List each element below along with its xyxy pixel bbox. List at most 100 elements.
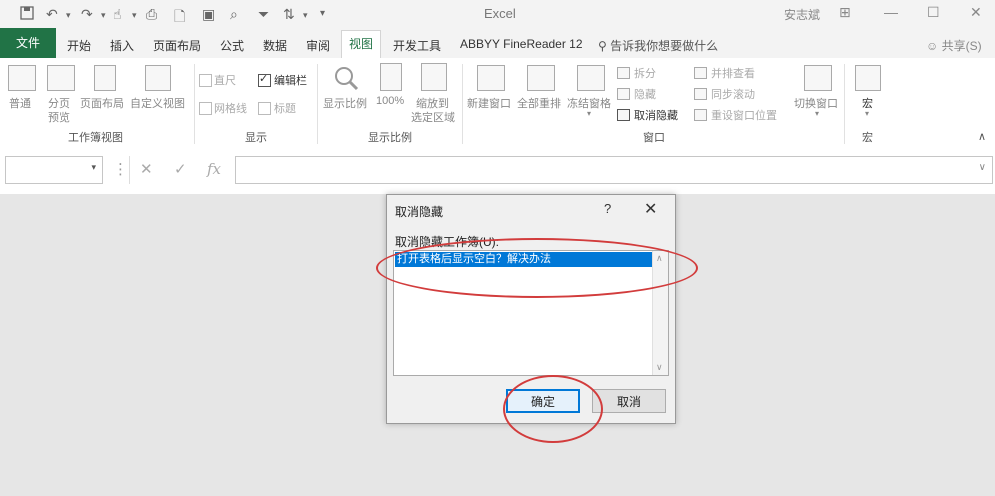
group-show: 显示 [245, 132, 267, 144]
custom-views-icon [145, 65, 171, 91]
formula-bar: ▾ ⋮ ✕ ✓ fx ∨ [0, 146, 995, 194]
user-name[interactable]: 安志斌 [784, 6, 820, 23]
freeze-panes-icon [577, 65, 605, 91]
window-title: Excel [484, 6, 516, 21]
confirm-entry-icon[interactable]: ✓ [174, 160, 187, 178]
ruler-label: 直尺 [214, 75, 236, 87]
minimize-icon[interactable]: — [884, 4, 898, 20]
sync-scroll-label: 同步滚动 [711, 89, 755, 101]
hide-label: 隐藏 [634, 89, 656, 101]
zoom-selection-icon [421, 63, 447, 91]
formula-input[interactable]: ∨ [235, 156, 993, 184]
normal-view-label: 普通 [9, 98, 31, 110]
close-icon[interactable]: ✕ [970, 4, 982, 21]
share-label: 共享(S) [941, 39, 982, 53]
redo-dropdown-icon[interactable]: ▾ [101, 10, 106, 21]
workbook-list[interactable]: 打开表格后显示空白？解决办法 ∧ ∨ [393, 250, 669, 376]
gridlines-label: 网格线 [214, 103, 247, 115]
group-workbook-views: 工作簿视图 [68, 132, 123, 144]
person-icon: ☺ [926, 39, 942, 53]
custom-views-label: 自定义视图 [130, 98, 185, 110]
customize-icon[interactable]: ▾ [320, 8, 325, 19]
tab-abbyy[interactable]: ABBYY FineReader 12 [460, 37, 583, 51]
arrange-all-icon [527, 65, 555, 91]
headings-label: 标题 [274, 103, 296, 115]
sort-icon[interactable]: ⇅ [283, 6, 295, 23]
ok-button[interactable]: 确定 [506, 389, 580, 413]
split-icon [617, 67, 630, 79]
ribbon-tabs: 文件 开始 插入 页面布局 公式 数据 审阅 视图 开发工具 ABBYY Fin… [0, 28, 995, 59]
reset-position-icon [694, 109, 707, 121]
group-window: 窗口 [643, 132, 665, 144]
zoom-label: 显示比例 [323, 98, 367, 110]
filter-icon[interactable]: ⏷ [258, 6, 269, 23]
macros-icon [855, 65, 881, 91]
side-by-side-icon [694, 67, 707, 79]
undo-dropdown-icon[interactable]: ▾ [66, 10, 71, 21]
name-box-dropdown-icon[interactable]: ▾ [91, 162, 96, 173]
tab-formulas[interactable]: 公式 [220, 37, 244, 54]
name-box[interactable]: ▾ [5, 156, 103, 184]
unhide-dialog: 取消隐藏 ? ✕ 取消隐藏工作簿(U): 打开表格后显示空白？解决办法 ∧ ∨ … [386, 194, 676, 424]
gridlines-check-icon [199, 102, 212, 115]
title-bar: ↶ ▾ ↷ ▾ ☝ ▾ ⎙ 🗋 ▣ ⌕ ⏷ ⇅ ▾ ▾ Excel 安志斌 ⊞ … [0, 0, 995, 28]
reset-position-label: 重设窗口位置 [711, 110, 777, 122]
print-preview-icon[interactable]: 🗋 [174, 6, 185, 30]
touch-mode-icon[interactable]: ☝ [113, 6, 122, 23]
unhide-label: 取消隐藏 [634, 110, 678, 122]
zoom-selection-label-2: 选定区域 [411, 112, 455, 124]
tab-review[interactable]: 审阅 [306, 37, 330, 54]
maximize-icon[interactable]: ☐ [927, 4, 940, 21]
expand-formula-icon[interactable]: ∨ [979, 162, 986, 173]
dialog-close-icon[interactable]: ✕ [644, 199, 657, 219]
tab-page-layout[interactable]: 页面布局 [153, 37, 201, 54]
arrange-all-label: 全部重排 [517, 98, 561, 110]
hide-icon [617, 88, 630, 100]
unhide-list-label: 取消隐藏工作簿(U): [395, 235, 499, 249]
sync-scroll-icon [694, 88, 707, 100]
tab-file[interactable]: 文件 [0, 28, 56, 58]
switch-dropdown-icon: ▾ [815, 109, 820, 118]
ribbon-view: 普通 分页 预览 页面布局 自定义视图 工作簿视图 直尺 编辑栏 网格线 标题 … [0, 58, 995, 147]
tab-insert[interactable]: 插入 [110, 37, 134, 54]
tab-home[interactable]: 开始 [67, 37, 91, 54]
tell-me-box[interactable]: ⚲ 告诉我你想要做什么 [598, 37, 718, 54]
magnifier-icon [335, 67, 359, 91]
camera-icon[interactable]: ⎙ [146, 6, 157, 23]
side-by-side-label: 并排查看 [711, 68, 755, 80]
dialog-title: 取消隐藏 [395, 205, 444, 219]
zoom-100-label: 100% [376, 95, 405, 107]
scroll-up-icon[interactable]: ∧ [656, 253, 663, 264]
insert-function-icon[interactable]: fx [207, 160, 221, 178]
scroll-down-icon[interactable]: ∨ [656, 362, 663, 373]
tab-view[interactable]: 视图 [341, 30, 381, 59]
group-macros: 宏 [862, 132, 873, 144]
cancel-button[interactable]: 取消 [592, 389, 666, 413]
list-scrollbar[interactable]: ∧ ∨ [652, 251, 668, 375]
tab-developer[interactable]: 开发工具 [393, 37, 441, 54]
list-item[interactable]: 打开表格后显示空白？解决办法 [395, 252, 653, 267]
redo-icon[interactable]: ↷ [81, 6, 93, 23]
sort-dropdown-icon[interactable]: ▾ [303, 10, 308, 21]
tell-me-text: 告诉我你想要做什么 [610, 39, 719, 53]
save-icon[interactable] [20, 6, 34, 23]
page-layout-icon [94, 65, 116, 91]
formula-divider [129, 156, 130, 184]
collapse-ribbon-icon[interactable]: ∧ [978, 130, 986, 143]
open-icon[interactable]: ▣ [202, 6, 215, 23]
ribbon-display-icon[interactable]: ⊞ [839, 4, 851, 21]
page-break-label-2: 预览 [48, 112, 70, 124]
more-icon[interactable]: ⋮ [113, 160, 128, 178]
headings-check-icon [258, 102, 271, 115]
touch-dropdown-icon[interactable]: ▾ [132, 10, 137, 21]
group-zoom: 显示比例 [368, 132, 412, 144]
undo-icon[interactable]: ↶ [46, 6, 58, 23]
tab-data[interactable]: 数据 [263, 37, 287, 54]
ruler-check-icon [199, 74, 212, 87]
new-window-label: 新建窗口 [467, 98, 511, 110]
share-button[interactable]: ☺ 共享(S) [926, 37, 982, 54]
cancel-entry-icon[interactable]: ✕ [140, 160, 153, 178]
zoom-icon[interactable]: ⌕ [230, 6, 238, 23]
ribbon-divider [194, 64, 195, 144]
help-icon[interactable]: ? [604, 201, 611, 216]
